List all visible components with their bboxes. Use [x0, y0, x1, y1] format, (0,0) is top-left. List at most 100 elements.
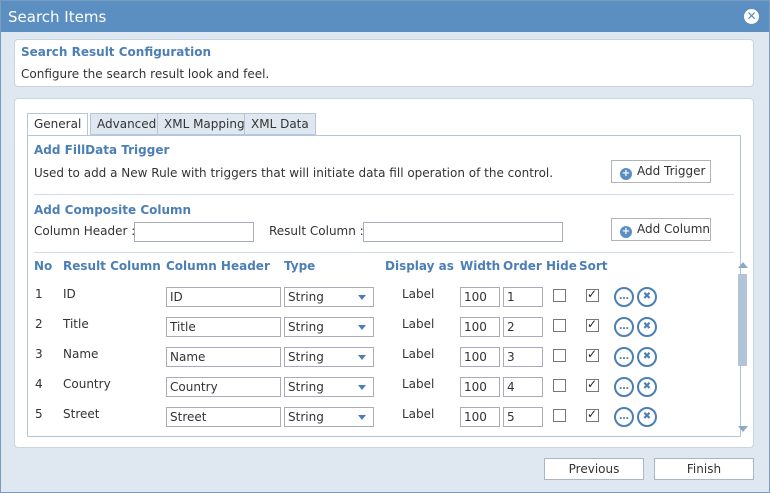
row-order-input[interactable]	[503, 377, 543, 397]
column-header-input[interactable]	[134, 222, 254, 242]
chevron-down-icon	[358, 415, 366, 420]
column-header-label: Column Header :	[34, 224, 136, 238]
filldata-heading: Add FillData Trigger	[34, 143, 170, 157]
dialog-title: Search Items	[8, 8, 107, 26]
row-display-as: Label	[402, 317, 435, 331]
table-row: 1 ID String Label … ✖	[28, 282, 728, 312]
search-items-dialog: Search Items ✕ Search Result Configurati…	[0, 0, 770, 493]
header-order: Order	[503, 259, 542, 273]
chevron-down-icon	[358, 385, 366, 390]
row-sort-checkbox[interactable]	[586, 287, 599, 302]
composite-heading: Add Composite Column	[34, 203, 192, 217]
divider	[34, 252, 734, 253]
row-type-select[interactable]: String	[284, 377, 374, 397]
header-width: Width	[460, 259, 501, 273]
more-options-icon[interactable]: …	[614, 347, 634, 367]
chevron-down-icon	[358, 295, 366, 300]
table-row: 3 Name String Label … ✖	[28, 342, 728, 372]
tab-content-general: Add FillData Trigger Used to add a New R…	[27, 135, 748, 437]
scroll-up-icon[interactable]	[738, 262, 748, 268]
row-column-header-input[interactable]	[166, 377, 281, 397]
more-options-icon[interactable]: …	[614, 317, 634, 337]
row-hide-checkbox[interactable]	[553, 319, 566, 332]
header-sort: Sort	[579, 259, 608, 273]
row-result-column: Country	[63, 377, 111, 391]
result-column-input[interactable]	[363, 222, 563, 242]
add-column-label: Add Column	[637, 222, 711, 236]
row-width-input[interactable]	[460, 347, 500, 367]
row-result-column: Street	[63, 407, 100, 421]
table-row: 5 Street String Label … ✖	[28, 402, 728, 432]
row-column-header-input[interactable]	[166, 287, 281, 307]
add-trigger-button[interactable]: + Add Trigger	[611, 160, 711, 183]
header-hide: Hide	[546, 259, 577, 273]
tab-xml-data[interactable]: XML Data	[244, 113, 316, 135]
row-sort-checkbox[interactable]	[586, 407, 599, 422]
main-panel: General Advanced XML Mapping XML Data Ad…	[14, 98, 754, 448]
table-scrollbar[interactable]	[736, 262, 750, 432]
row-column-header-input[interactable]	[166, 407, 281, 427]
add-column-button[interactable]: + Add Column	[611, 218, 711, 241]
chevron-down-icon	[358, 325, 366, 330]
row-sort-checkbox[interactable]	[586, 377, 599, 392]
header-column-header: Column Header	[166, 259, 270, 273]
row-type-select[interactable]: String	[284, 287, 374, 307]
header-display-as: Display as	[385, 259, 454, 273]
row-no: 4	[35, 377, 43, 391]
row-type-value: String	[288, 290, 324, 304]
more-options-icon[interactable]: …	[614, 407, 634, 427]
close-icon[interactable]: ✕	[744, 9, 759, 24]
row-hide-checkbox[interactable]	[553, 349, 566, 362]
row-order-input[interactable]	[503, 407, 543, 427]
chevron-down-icon	[358, 355, 366, 360]
row-result-column: Name	[63, 347, 99, 361]
row-order-input[interactable]	[503, 317, 543, 337]
result-column-label: Result Column :	[269, 224, 364, 238]
row-display-as: Label	[402, 407, 435, 421]
row-type-select[interactable]: String	[284, 407, 374, 427]
filldata-description: Used to add a New Rule with triggers tha…	[34, 166, 554, 180]
row-type-select[interactable]: String	[284, 347, 374, 367]
finish-button[interactable]: Finish	[654, 458, 754, 480]
row-display-as: Label	[402, 287, 435, 301]
header-type: Type	[284, 259, 316, 273]
scroll-thumb[interactable]	[738, 274, 747, 366]
row-sort-checkbox[interactable]	[586, 317, 599, 332]
row-sort-checkbox[interactable]	[586, 347, 599, 362]
tools-icon[interactable]: ✖	[637, 347, 657, 367]
more-options-icon[interactable]: …	[614, 377, 634, 397]
tools-icon[interactable]: ✖	[637, 407, 657, 427]
header-result-column: Result Column	[63, 259, 161, 273]
info-heading: Search Result Configuration	[21, 45, 211, 59]
row-order-input[interactable]	[503, 347, 543, 367]
row-hide-checkbox[interactable]	[553, 409, 566, 422]
row-width-input[interactable]	[460, 317, 500, 337]
row-column-header-input[interactable]	[166, 347, 281, 367]
row-type-value: String	[288, 320, 324, 334]
row-hide-checkbox[interactable]	[553, 379, 566, 392]
row-type-value: String	[288, 380, 324, 394]
row-width-input[interactable]	[460, 287, 500, 307]
tab-xml-mapping[interactable]: XML Mapping	[157, 113, 252, 135]
table-row: 2 Title String Label … ✖	[28, 312, 728, 342]
tab-general[interactable]: General	[27, 113, 89, 136]
divider	[34, 194, 734, 195]
row-display-as: Label	[402, 377, 435, 391]
previous-button[interactable]: Previous	[544, 458, 644, 480]
table-row: 4 Country String Label … ✖	[28, 372, 728, 402]
tools-icon[interactable]: ✖	[637, 317, 657, 337]
tools-icon[interactable]: ✖	[637, 287, 657, 307]
row-hide-checkbox[interactable]	[553, 289, 566, 302]
scroll-down-icon[interactable]	[738, 426, 748, 432]
info-panel: Search Result Configuration Configure th…	[14, 39, 754, 87]
row-display-as: Label	[402, 347, 435, 361]
row-order-input[interactable]	[503, 287, 543, 307]
tab-advanced[interactable]: Advanced	[90, 113, 164, 135]
row-no: 3	[35, 347, 43, 361]
row-type-select[interactable]: String	[284, 317, 374, 337]
tools-icon[interactable]: ✖	[637, 377, 657, 397]
more-options-icon[interactable]: …	[614, 287, 634, 307]
row-column-header-input[interactable]	[166, 317, 281, 337]
row-width-input[interactable]	[460, 407, 500, 427]
row-width-input[interactable]	[460, 377, 500, 397]
